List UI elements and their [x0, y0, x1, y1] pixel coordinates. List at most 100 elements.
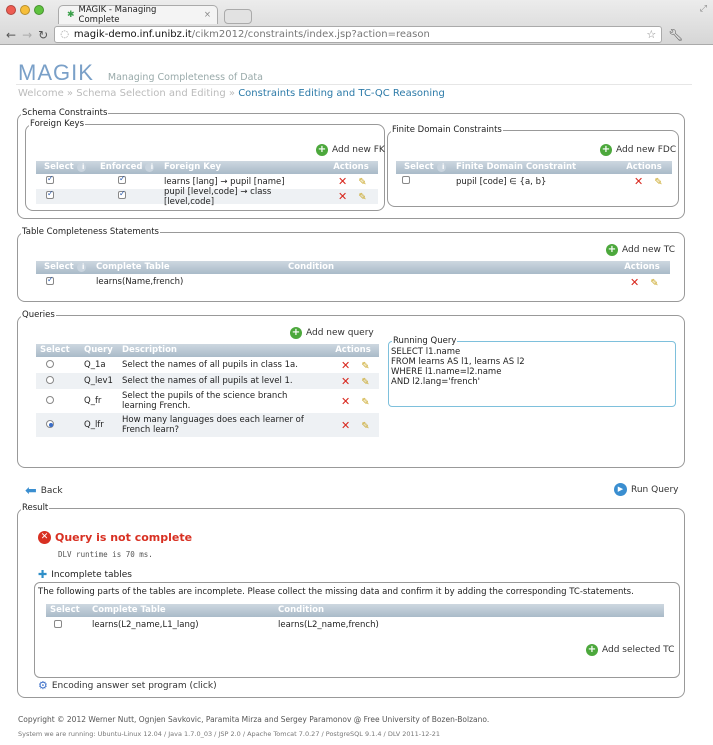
- info-icon[interactable]: i: [76, 163, 86, 172]
- table-row: pupil [level,code] → class [level,code] …: [36, 187, 378, 207]
- table-row: Q_fr Select the pupils of the science br…: [36, 389, 379, 413]
- add-fdc-label: Add new FDC: [616, 145, 677, 155]
- add-fdc-button[interactable]: + Add new FDC: [600, 144, 676, 156]
- delete-icon[interactable]: ✕: [626, 276, 639, 289]
- fdc-col-actions: Actions: [626, 162, 662, 172]
- incomplete-table-text: learns(L2_name,L1_lang): [92, 620, 199, 630]
- reload-icon[interactable]: ↻: [38, 28, 48, 42]
- query-radio[interactable]: [46, 359, 54, 368]
- plus-icon: +: [290, 327, 302, 339]
- table-row: learns(Name,french) ✕ ✎: [36, 274, 670, 290]
- query-desc: Select the pupils of the science branch …: [122, 390, 288, 411]
- puzzle-icon: ✚: [38, 568, 48, 581]
- edit-pencil-icon[interactable]: ✎: [357, 361, 369, 372]
- bookmark-star-icon[interactable]: ☆: [646, 28, 656, 41]
- wrench-icon[interactable]: 🔧︎: [668, 28, 683, 42]
- plus-icon: +: [606, 244, 618, 256]
- close-window-button[interactable]: [6, 5, 16, 15]
- delete-icon[interactable]: ✕: [337, 419, 350, 432]
- query-name: Q_fr: [84, 396, 102, 406]
- info-icon[interactable]: i: [145, 163, 155, 172]
- incomplete-condition-text: learns(L2_name,french): [278, 620, 379, 630]
- new-tab-button[interactable]: [224, 9, 252, 24]
- tc-col-condition: Condition: [288, 262, 334, 272]
- forward-arrow-icon[interactable]: →: [22, 28, 32, 42]
- edit-pencil-icon[interactable]: ✎: [357, 421, 369, 432]
- system-info-text: System we are running: Ubuntu-Linux 12.0…: [18, 730, 441, 738]
- table-row: Q_lfr How many languages does each learn…: [36, 413, 379, 437]
- address-bar[interactable]: ◌ magik-demo.inf.unibz.it/cikm2012/const…: [54, 26, 663, 43]
- running-query-panel: Running Query SELECT l1.name FROM learns…: [388, 336, 676, 407]
- plus-icon: +: [586, 644, 598, 656]
- fdc-table: Select i Finite Domain Constraint Actions…: [396, 161, 672, 189]
- fdc-col-select: Select i: [404, 162, 446, 172]
- edit-pencil-icon[interactable]: ✎: [357, 397, 369, 408]
- fk-select-checkbox[interactable]: [46, 174, 54, 184]
- tab-title: MAGIK - Managing Complete: [78, 5, 157, 25]
- breadcrumb-schema[interactable]: Schema Selection and Editing: [76, 88, 225, 99]
- zoom-window-button[interactable]: [34, 5, 44, 15]
- delete-icon[interactable]: ✕: [630, 175, 643, 188]
- result-status: ✕ Query is not complete: [38, 531, 192, 544]
- queries-table-header: Select Query Description Actions: [36, 344, 379, 357]
- schema-constraints-legend: Schema Constraints: [22, 108, 108, 118]
- fk-enforced-checkbox[interactable]: [118, 174, 126, 184]
- copyright-text: Copyright © 2012 Werner Nutt, Ognjen Sav…: [18, 715, 490, 724]
- delete-icon[interactable]: ✕: [337, 359, 350, 372]
- table-row: Q_lev1 Select the names of all pupils at…: [36, 373, 379, 389]
- delete-icon[interactable]: ✕: [334, 190, 347, 203]
- delete-icon[interactable]: ✕: [334, 175, 347, 188]
- close-tab-icon[interactable]: ×: [204, 10, 211, 20]
- info-icon[interactable]: i: [76, 263, 86, 272]
- breadcrumb: Welcome » Schema Selection and Editing »…: [18, 88, 445, 99]
- incomplete-message: The following parts of the tables are in…: [38, 587, 634, 597]
- edit-pencil-icon[interactable]: ✎: [357, 377, 369, 388]
- back-arrow-icon: ⬅: [25, 483, 37, 499]
- table-row: pupil [code] ∈ {a, b} ✕ ✎: [396, 174, 672, 189]
- browser-tab[interactable]: ✱ MAGIK - Managing Complete ×: [58, 5, 218, 25]
- inc-col-select: Select: [50, 605, 80, 615]
- add-fk-button[interactable]: + Add new FK: [316, 144, 385, 156]
- add-tc-button[interactable]: + Add new TC: [606, 244, 675, 256]
- running-query-text: SELECT l1.name FROM learns AS l1, learns…: [391, 347, 525, 387]
- back-button[interactable]: ⬅ Back: [25, 483, 63, 499]
- fdc-select-checkbox[interactable]: [402, 176, 410, 184]
- fk-col-enforced: Enforced i: [100, 162, 155, 172]
- banner: MAGIK Managing Completeness of Data: [18, 60, 263, 86]
- fk-enforced-checkbox[interactable]: [118, 189, 126, 199]
- encoding-link[interactable]: ⚙ Encoding answer set program (click): [38, 679, 217, 692]
- fk-col-actions: Actions: [333, 162, 369, 172]
- breadcrumb-welcome[interactable]: Welcome: [18, 88, 64, 99]
- run-query-button[interactable]: ▶ Run Query: [614, 483, 678, 496]
- delete-icon[interactable]: ✕: [337, 375, 350, 388]
- add-selected-tc-button[interactable]: + Add selected TC: [586, 644, 674, 656]
- gear-icon: ⚙: [38, 679, 48, 692]
- minimize-window-button[interactable]: [20, 5, 30, 15]
- add-selected-tc-label: Add selected TC: [602, 645, 675, 655]
- favicon-icon: ✱: [67, 10, 75, 20]
- incomplete-select-checkbox[interactable]: [54, 619, 62, 628]
- edit-pencil-icon[interactable]: ✎: [354, 177, 366, 188]
- edit-pencil-icon[interactable]: ✎: [646, 278, 658, 289]
- delete-icon[interactable]: ✕: [337, 395, 350, 408]
- edit-pencil-icon[interactable]: ✎: [650, 177, 662, 188]
- table-row: learns(L2_name,L1_lang) learns(L2_name,f…: [46, 617, 664, 633]
- edit-pencil-icon[interactable]: ✎: [354, 192, 366, 203]
- plus-icon: +: [600, 144, 612, 156]
- info-icon[interactable]: i: [436, 163, 446, 172]
- incomplete-table-header: Select Complete Table Condition: [46, 604, 664, 617]
- add-query-button[interactable]: + Add new query: [290, 327, 374, 339]
- query-radio[interactable]: [46, 419, 54, 428]
- fk-select-checkbox[interactable]: [46, 189, 54, 199]
- foreign-keys-legend: Foreign Keys: [30, 119, 85, 129]
- query-radio[interactable]: [46, 395, 54, 404]
- back-arrow-icon[interactable]: ←: [6, 28, 16, 42]
- navigation-bar: ← → ↻ ◌ magik-demo.inf.unibz.it/cikm2012…: [0, 24, 713, 45]
- tc-select-checkbox[interactable]: [46, 275, 54, 285]
- fk-table-header: Select i Enforced i Foreign Key Actions: [36, 161, 378, 174]
- page-icon: ◌: [60, 29, 69, 40]
- result-legend: Result: [22, 503, 49, 513]
- query-radio[interactable]: [46, 375, 54, 384]
- fk-table: Selecti Enforcedi Foreign Key Actions le…: [36, 161, 378, 207]
- fullscreen-icon[interactable]: ⤢: [700, 4, 707, 14]
